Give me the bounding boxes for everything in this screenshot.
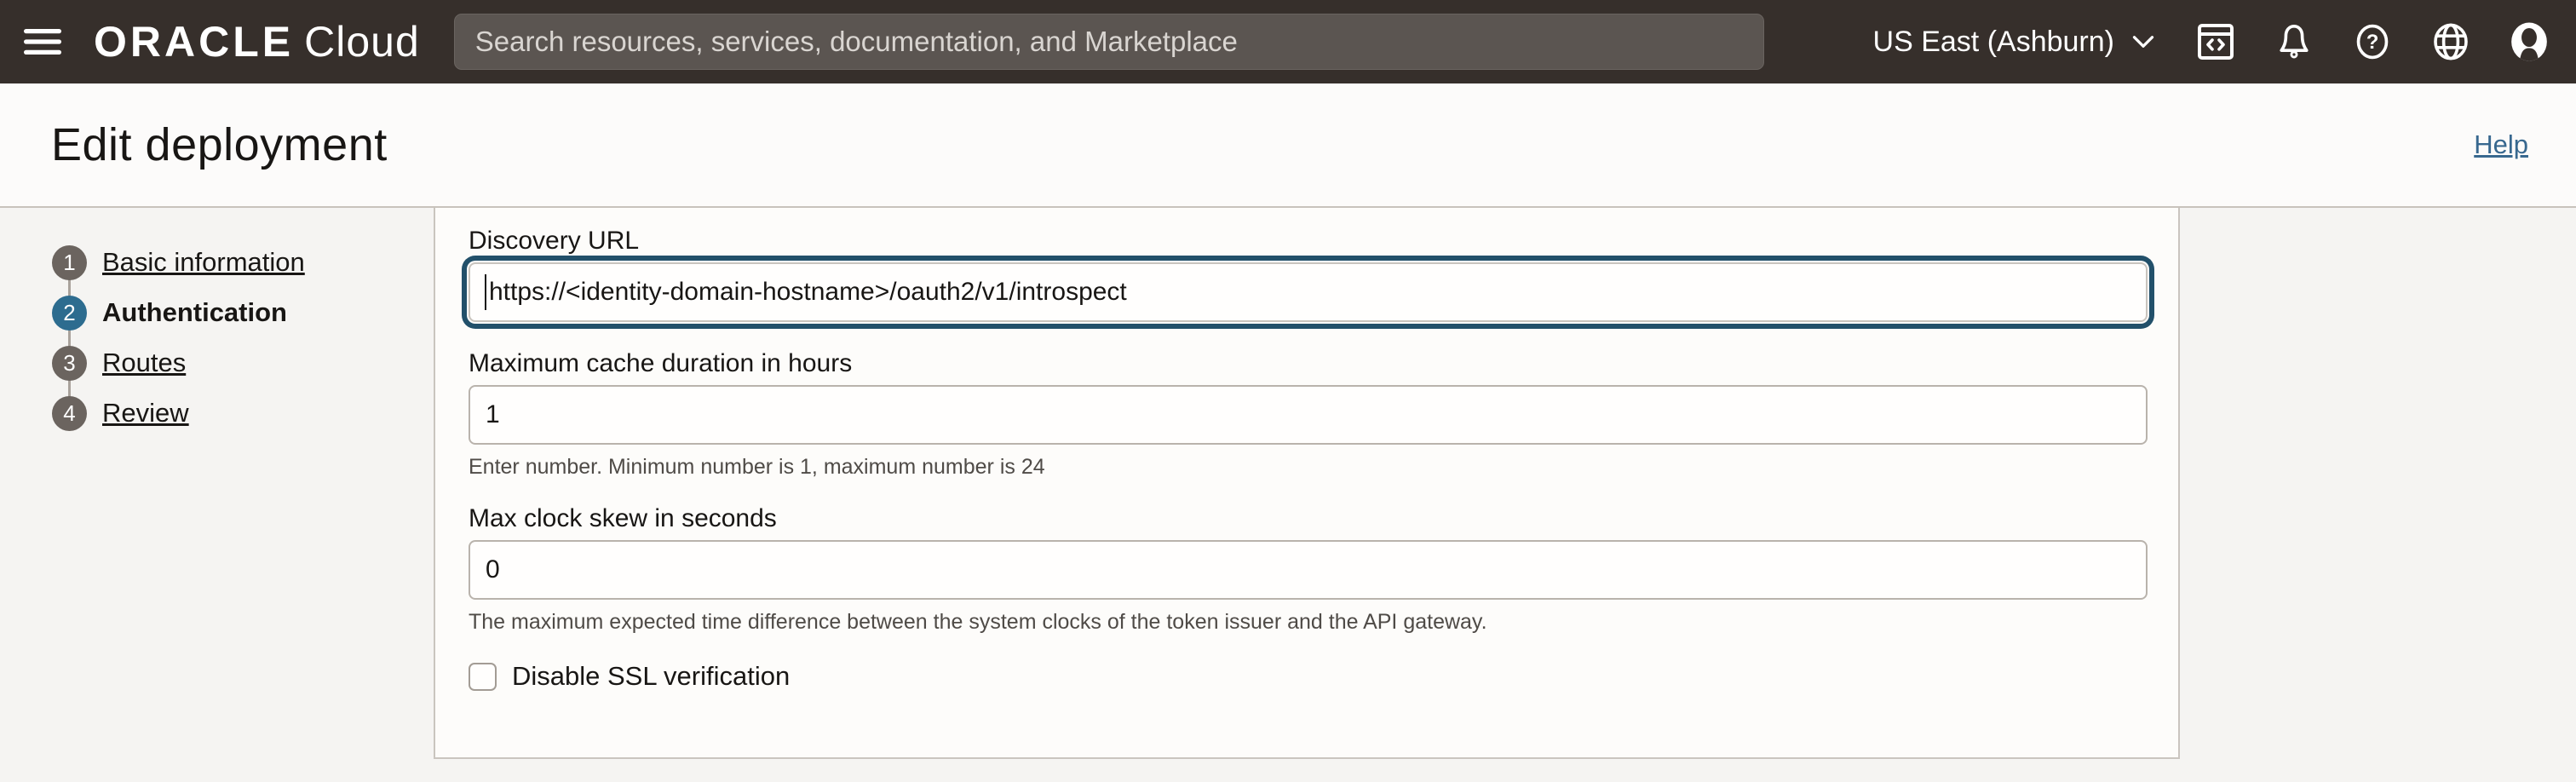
- region-label: US East (Ashburn): [1873, 26, 2114, 59]
- authentication-form-panel: Discovery URL Maximum cache duration in …: [434, 208, 2180, 759]
- svg-text:?: ?: [2366, 31, 2379, 54]
- global-search: [454, 14, 1764, 70]
- topbar: ORACLE Cloud US East (Ashburn): [0, 0, 2576, 83]
- content: 1 Basic information 2 Authentication 3 R…: [0, 208, 2576, 780]
- step-number-badge-current: 2: [52, 296, 87, 331]
- cloud-shell-icon[interactable]: [2194, 20, 2237, 63]
- text-caret: [485, 274, 486, 310]
- page-title: Edit deployment: [51, 118, 388, 171]
- max-cache-duration-helper: Enter number. Minimum number is 1, maxim…: [469, 455, 2178, 479]
- wizard-connector-line: [68, 262, 71, 411]
- max-clock-skew-input[interactable]: [469, 540, 2148, 600]
- topbar-right: US East (Ashburn): [1873, 20, 2550, 63]
- max-clock-skew-helper: The maximum expected time difference bet…: [469, 610, 2178, 634]
- field-max-cache-duration: Maximum cache duration in hours Enter nu…: [469, 349, 2178, 479]
- brand-oracle: ORACLE: [94, 17, 294, 66]
- search-input[interactable]: [454, 14, 1764, 70]
- max-clock-skew-label: Max clock skew in seconds: [469, 504, 2178, 533]
- disable-ssl-label[interactable]: Disable SSL verification: [512, 661, 790, 692]
- globe-language-icon[interactable]: [2429, 20, 2472, 63]
- wizard-link-routes[interactable]: Routes: [102, 348, 186, 378]
- step-number-badge: 4: [52, 396, 87, 431]
- wizard-steps: 1 Basic information 2 Authentication 3 R…: [0, 208, 434, 780]
- max-cache-duration-label: Maximum cache duration in hours: [469, 349, 2178, 378]
- menu-icon[interactable]: [15, 14, 70, 69]
- oracle-cloud-logo: ORACLE Cloud: [94, 17, 420, 66]
- field-max-clock-skew: Max clock skew in seconds The maximum ex…: [469, 504, 2178, 634]
- help-link[interactable]: Help: [2474, 129, 2528, 160]
- brand-cloud: Cloud: [304, 17, 420, 66]
- disable-ssl-checkbox[interactable]: [469, 663, 497, 691]
- discovery-url-label: Discovery URL: [469, 227, 2178, 256]
- disable-ssl-row: Disable SSL verification: [469, 661, 2178, 692]
- chevron-down-icon: [2128, 26, 2159, 57]
- wizard-step-basic-information: 1 Basic information: [0, 245, 434, 279]
- wizard-step-review: 4 Review: [0, 396, 434, 430]
- wizard-step-routes: 3 Routes: [0, 346, 434, 380]
- user-avatar-icon[interactable]: [2508, 20, 2550, 63]
- discovery-url-input[interactable]: [469, 262, 2148, 322]
- wizard-link-review[interactable]: Review: [102, 398, 189, 428]
- notifications-bell-icon[interactable]: [2273, 20, 2315, 63]
- page-header: Edit deployment Help: [0, 83, 2576, 208]
- max-cache-duration-input[interactable]: [469, 385, 2148, 445]
- help-question-icon[interactable]: ?: [2351, 20, 2394, 63]
- wizard-link-basic-information[interactable]: Basic information: [102, 247, 305, 278]
- wizard-current-authentication: Authentication: [102, 297, 287, 328]
- step-number-badge: 3: [52, 346, 87, 381]
- wizard-step-authentication: 2 Authentication: [0, 296, 434, 330]
- field-discovery-url: Discovery URL: [469, 227, 2178, 322]
- step-number-badge: 1: [52, 245, 87, 280]
- region-selector[interactable]: US East (Ashburn): [1873, 26, 2159, 59]
